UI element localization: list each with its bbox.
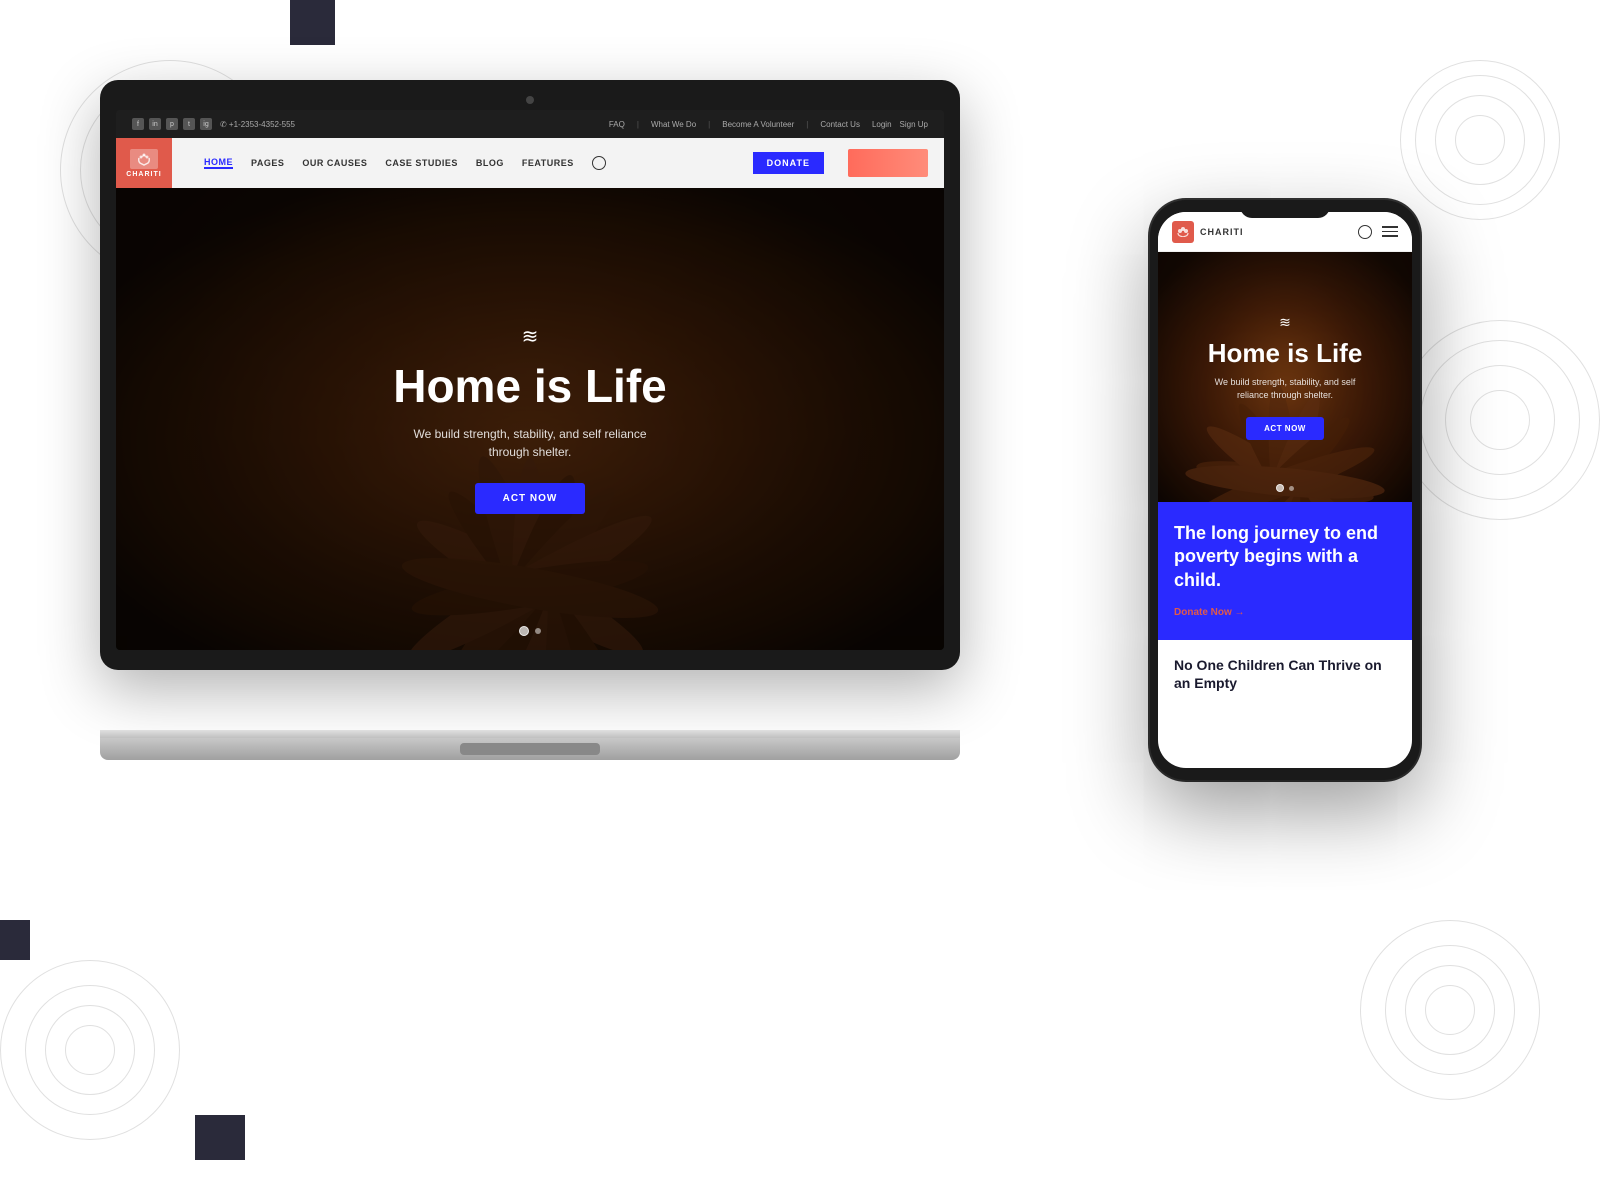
nav-home[interactable]: HOME bbox=[204, 157, 233, 169]
nav-features[interactable]: FEATURES bbox=[522, 158, 574, 168]
pinterest-icon[interactable]: p bbox=[166, 118, 178, 130]
hero-section: ≋ Home is Life We build strength, stabil… bbox=[116, 188, 944, 650]
topbar-social: f in p t ig bbox=[132, 118, 212, 130]
hero-pagination bbox=[519, 626, 541, 636]
laptop-bottom-bar bbox=[100, 730, 960, 738]
nav-logo[interactable]: CHARITI bbox=[116, 138, 172, 188]
laptop-camera bbox=[526, 96, 534, 104]
website-topbar: f in p t ig ✆ +1-2353-4352-555 FAQ | Wha… bbox=[116, 110, 944, 138]
donate-button[interactable]: DONATE bbox=[753, 152, 824, 174]
nav-blog[interactable]: BLOG bbox=[476, 158, 504, 168]
nav-our-causes[interactable]: OUR CAUSES bbox=[302, 158, 367, 168]
twitter-icon[interactable]: t bbox=[183, 118, 195, 130]
what-we-do-link[interactable]: What We Do bbox=[651, 120, 696, 129]
circle-group-tr bbox=[1400, 60, 1560, 220]
login-button[interactable]: Login bbox=[872, 120, 892, 129]
signup-button[interactable]: Sign Up bbox=[900, 120, 928, 129]
phone-hero-subtitle: We build strength, stability, and selfre… bbox=[1208, 376, 1363, 403]
phone-donate-link[interactable]: Donate Now → bbox=[1174, 607, 1245, 618]
phone-blue-title: The long journey to end poverty begins w… bbox=[1174, 522, 1396, 592]
circle-group-mr bbox=[1400, 320, 1600, 520]
phone-white-section: No One Children Can Thrive on an Empty bbox=[1158, 640, 1412, 708]
circle-group-bmr bbox=[1360, 920, 1540, 1100]
phone-hero-cta-button[interactable]: Act Now bbox=[1246, 417, 1324, 440]
phone-logo: CHARITI bbox=[1172, 221, 1244, 243]
logo-icon bbox=[130, 149, 158, 169]
contact-link[interactable]: Contact Us bbox=[820, 120, 860, 129]
topbar-right: FAQ | What We Do | Become A Volunteer | … bbox=[609, 120, 928, 129]
logo-text: CHARITI bbox=[126, 171, 161, 178]
decorative-square-4 bbox=[195, 1115, 245, 1160]
laptop-screen-outer: f in p t ig ✆ +1-2353-4352-555 FAQ | Wha… bbox=[100, 80, 960, 670]
instagram-icon[interactable]: ig bbox=[200, 118, 212, 130]
circle-group-br bbox=[0, 960, 180, 1140]
hero-dot-2[interactable] bbox=[535, 628, 541, 634]
laptop-base bbox=[100, 738, 960, 760]
phone-menu-icon[interactable] bbox=[1382, 226, 1398, 237]
wave-icon: ≋ bbox=[393, 324, 667, 349]
topbar-left: f in p t ig ✆ +1-2353-4352-555 bbox=[132, 118, 295, 130]
nav-links: HOME PAGES OUR CAUSES CASE STUDIES BLOG … bbox=[204, 156, 729, 170]
phone-logo-text: CHARITI bbox=[1200, 227, 1244, 237]
hero-subtitle: We build strength, stability, and self r… bbox=[393, 425, 667, 461]
search-icon[interactable] bbox=[592, 156, 606, 170]
phone-navbar: CHARITI bbox=[1158, 212, 1412, 252]
decorative-square-1 bbox=[290, 0, 335, 45]
laptop-screen: f in p t ig ✆ +1-2353-4352-555 FAQ | Wha… bbox=[116, 110, 944, 650]
hero-content: ≋ Home is Life We build strength, stabil… bbox=[393, 324, 667, 515]
phone-hero-pagination bbox=[1276, 484, 1294, 492]
phone-mockup: CHARITI bbox=[1150, 200, 1420, 780]
phone-section-title: No One Children Can Thrive on an Empty bbox=[1174, 656, 1396, 692]
phone-hero-section: ≋ Home is Life We build strength, stabil… bbox=[1158, 252, 1412, 502]
laptop-mockup: f in p t ig ✆ +1-2353-4352-555 FAQ | Wha… bbox=[100, 80, 960, 760]
hero-title: Home is Life bbox=[393, 361, 667, 412]
phone-wave-icon: ≋ bbox=[1208, 314, 1363, 331]
phone-number: ✆ +1-2353-4352-555 bbox=[220, 120, 295, 129]
topbar-auth: Login Sign Up bbox=[872, 120, 928, 129]
faq-link[interactable]: FAQ bbox=[609, 120, 625, 129]
website-navbar: CHARITI HOME PAGES OUR CAUSES CASE STUDI… bbox=[116, 138, 944, 188]
phone-hero-title: Home is Life bbox=[1208, 339, 1363, 368]
nav-progress-bar bbox=[848, 149, 928, 177]
linkedin-icon[interactable]: in bbox=[149, 118, 161, 130]
phone-hero-content: ≋ Home is Life We build strength, stabil… bbox=[1192, 314, 1379, 440]
hero-cta-button[interactable]: Act Now bbox=[475, 483, 586, 514]
phone-screen: CHARITI bbox=[1158, 212, 1412, 768]
nav-pages[interactable]: PAGES bbox=[251, 158, 284, 168]
decorative-square-3 bbox=[0, 920, 30, 960]
phone-dot-1[interactable] bbox=[1276, 484, 1284, 492]
phone-dot-2[interactable] bbox=[1289, 486, 1294, 491]
phone-outer: CHARITI bbox=[1150, 200, 1420, 780]
phone-notch bbox=[1240, 200, 1330, 218]
volunteer-link[interactable]: Become A Volunteer bbox=[722, 120, 794, 129]
phone-nav-icons bbox=[1358, 225, 1398, 239]
phone-logo-icon bbox=[1172, 221, 1194, 243]
phone-blue-section: The long journey to end poverty begins w… bbox=[1158, 502, 1412, 640]
nav-case-studies[interactable]: CASE STUDIES bbox=[385, 158, 458, 168]
facebook-icon[interactable]: f bbox=[132, 118, 144, 130]
phone-search-icon[interactable] bbox=[1358, 225, 1372, 239]
hero-dot-1[interactable] bbox=[519, 626, 529, 636]
